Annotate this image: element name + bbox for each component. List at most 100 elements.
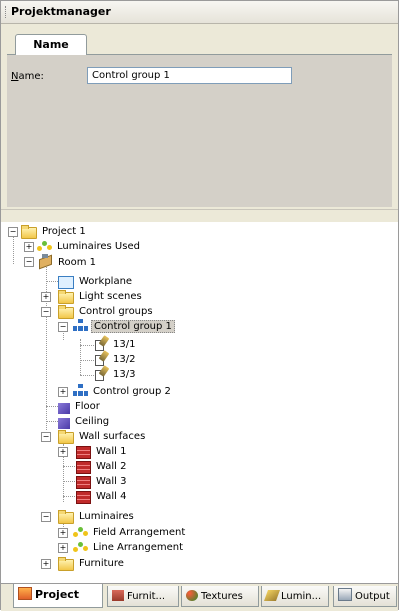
tree-connector <box>63 496 77 497</box>
tree-item-label: Luminaires <box>79 511 134 522</box>
name-label: Name: <box>11 71 44 82</box>
tree-item-field-arrangement[interactable]: Field Arrangement <box>73 525 187 540</box>
surface-icon <box>58 418 70 429</box>
tree-item-fixture-13-3[interactable]: 13/3 <box>93 366 137 381</box>
tree-connector <box>80 360 94 361</box>
tree-item-fixture-13-1[interactable]: 13/1 <box>93 336 137 351</box>
tree-item-label: Workplane <box>79 276 133 287</box>
collapse-toggle[interactable]: − <box>58 322 68 332</box>
tree-item-label: Project 1 <box>42 226 86 237</box>
expand-toggle[interactable]: + <box>58 543 68 553</box>
tab-label: Project <box>35 588 80 601</box>
tree-item-control-groups[interactable]: Control groups <box>58 304 155 319</box>
wall-icon <box>76 446 91 459</box>
tab-label: Lumin... <box>281 591 322 602</box>
folder-icon <box>58 305 74 319</box>
fixture-icon <box>93 366 108 381</box>
tree-item-label: Light scenes <box>79 291 142 302</box>
luminaires-icon <box>73 540 88 553</box>
tree-item-label: Furniture <box>79 558 124 569</box>
collapse-toggle[interactable]: − <box>24 257 34 267</box>
tab-luminaires[interactable]: Lumin... <box>261 586 329 607</box>
tab-textures[interactable]: Textures <box>181 586 259 607</box>
tree-item-label: Control group 1 <box>91 320 175 333</box>
tree-item-wall-3[interactable]: Wall 3 <box>76 474 128 489</box>
tree-item-label: Control group 2 <box>93 386 171 397</box>
tree-item-label: Floor <box>75 401 100 412</box>
tree-item-label: Control groups <box>79 306 153 317</box>
workplane-icon <box>58 276 74 289</box>
properties-area: Name Name: <box>1 24 398 209</box>
tree-item-room[interactable]: Room 1 <box>37 254 98 269</box>
control-group-icon <box>73 384 88 397</box>
folder-icon <box>58 557 74 571</box>
folder-icon <box>58 290 74 304</box>
project-tree: − Project 1 + Luminaires Used − Room 1 W… <box>1 222 398 582</box>
tree-item-label: Wall 3 <box>96 476 127 487</box>
tab-label: Furnit... <box>127 591 166 602</box>
tree-item-wall-4[interactable]: Wall 4 <box>76 489 128 504</box>
tree-item-control-group-2[interactable]: Control group 2 <box>73 384 173 399</box>
tree-connector <box>13 234 14 264</box>
name-input[interactable] <box>87 67 292 84</box>
tree-item-line-arrangement[interactable]: Line Arrangement <box>73 540 185 555</box>
tree-item-wall-1[interactable]: Wall 1 <box>76 444 128 459</box>
folder-icon <box>58 510 74 524</box>
tree-item-luminaires-used[interactable]: Luminaires Used <box>37 239 142 254</box>
drag-grip-icon[interactable] <box>5 6 8 18</box>
expand-toggle[interactable]: + <box>58 447 68 457</box>
tab-name[interactable]: Name <box>15 34 87 55</box>
tree-item-wall-2[interactable]: Wall 2 <box>76 459 128 474</box>
tree-item-label: Wall 4 <box>96 491 127 502</box>
control-group-icon <box>73 319 88 332</box>
output-icon <box>338 588 352 601</box>
tree-item-floor[interactable]: Floor <box>58 399 102 414</box>
bottom-tab-bar: Project Furnit... Textures Lumin... Outp… <box>1 583 398 611</box>
splitter[interactable] <box>1 209 398 223</box>
tree-item-label: Luminaires Used <box>57 241 140 252</box>
tree-item-fixture-13-2[interactable]: 13/2 <box>93 351 137 366</box>
tree-item-label: Wall 2 <box>96 461 127 472</box>
tree-item-ceiling[interactable]: Ceiling <box>58 414 111 429</box>
luminaires-icon <box>37 239 52 252</box>
tree-connector <box>63 481 77 482</box>
tree-item-label: Room 1 <box>58 257 97 268</box>
tree-item-project[interactable]: Project 1 <box>21 224 88 239</box>
wall-icon <box>76 461 91 474</box>
tree-item-furniture[interactable]: Furniture <box>58 556 126 571</box>
name-label-rest: ame: <box>18 71 44 82</box>
tree-connector <box>63 466 77 467</box>
tab-label: Textures <box>201 591 243 602</box>
wall-icon <box>76 476 91 489</box>
textures-icon <box>186 590 198 601</box>
tree-item-control-group-1[interactable]: Control group 1 <box>73 319 175 334</box>
tree-item-label: 13/3 <box>113 369 136 380</box>
collapse-toggle[interactable]: − <box>8 227 18 237</box>
tree-item-workplane[interactable]: Workplane <box>58 274 134 289</box>
expand-toggle[interactable]: + <box>24 242 34 252</box>
fixture-icon <box>93 351 108 366</box>
tree-item-wall-surfaces[interactable]: Wall surfaces <box>58 429 147 444</box>
tree-item-label: Line Arrangement <box>93 542 184 553</box>
project-manager-panel: Projektmanager Name Name: − Project 1 <box>0 0 399 611</box>
panel-title: Projektmanager <box>11 5 111 18</box>
tab-furniture[interactable]: Furnit... <box>107 586 179 607</box>
expand-toggle[interactable]: + <box>41 559 51 569</box>
expand-toggle[interactable]: + <box>41 292 51 302</box>
collapse-toggle[interactable]: − <box>41 307 51 317</box>
properties-panel: Name: <box>7 55 392 207</box>
tab-project[interactable]: Project <box>13 584 103 608</box>
expand-toggle[interactable]: + <box>58 528 68 538</box>
collapse-toggle[interactable]: − <box>41 512 51 522</box>
folder-icon <box>21 225 37 239</box>
tree-item-label: Wall surfaces <box>79 431 146 442</box>
tree-connector <box>80 345 94 346</box>
collapse-toggle[interactable]: − <box>41 432 51 442</box>
tab-output[interactable]: Output <box>333 586 397 607</box>
tree-item-light-scenes[interactable]: Light scenes <box>58 289 144 304</box>
tree-item-luminaires[interactable]: Luminaires <box>58 509 136 524</box>
tree-item-label: Wall 1 <box>96 446 127 457</box>
room-icon <box>37 254 53 268</box>
luminaire-icon <box>263 590 281 601</box>
expand-toggle[interactable]: + <box>58 387 68 397</box>
